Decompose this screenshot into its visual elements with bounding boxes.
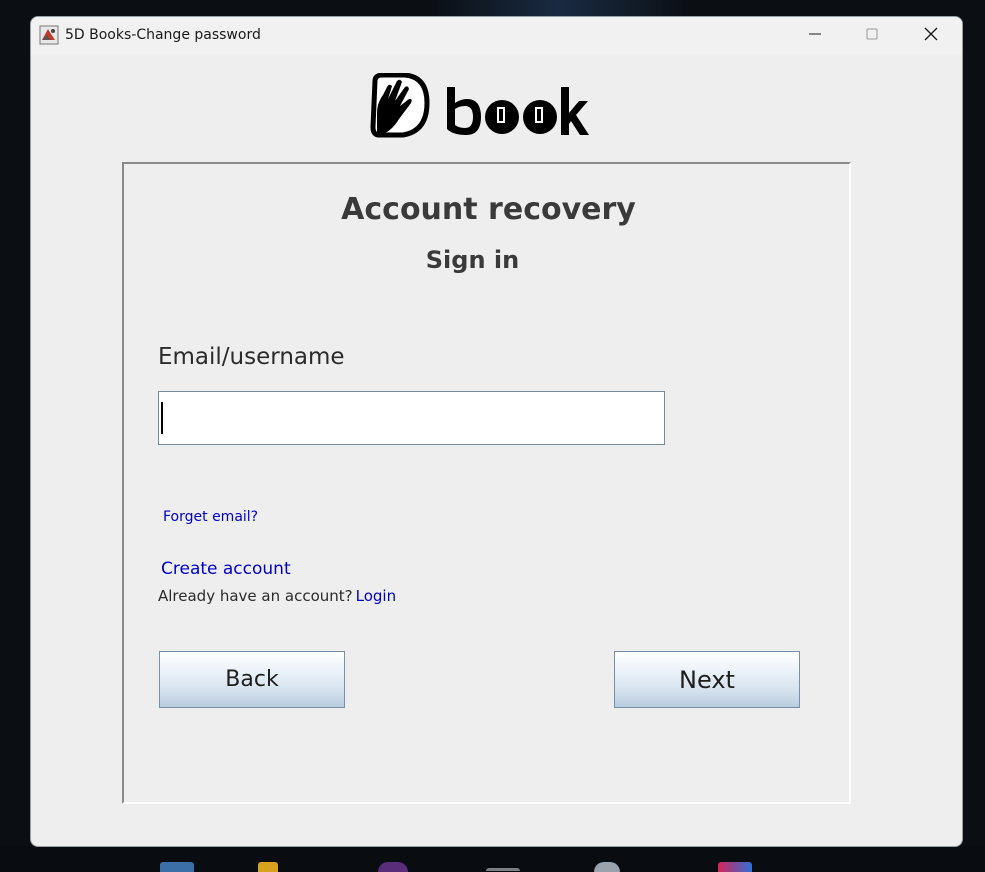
recovery-panel: Account recovery Sign in Email/username … bbox=[122, 162, 851, 804]
app-window: 5D Books-Change password Account recover… bbox=[30, 16, 963, 847]
page-title: Account recovery bbox=[341, 192, 636, 227]
minimize-icon bbox=[808, 27, 822, 41]
have-account-text: Already have an account? bbox=[158, 587, 353, 605]
taskbar-app-icon[interactable] bbox=[594, 862, 620, 872]
close-button[interactable] bbox=[908, 17, 954, 51]
create-account-link[interactable]: Create account bbox=[161, 559, 291, 579]
taskbar-app-icon[interactable] bbox=[258, 862, 278, 872]
taskbar-app-icon[interactable] bbox=[718, 862, 752, 872]
close-icon bbox=[924, 27, 938, 41]
taskbar-app-icon[interactable] bbox=[486, 868, 520, 871]
java-app-icon bbox=[39, 25, 59, 45]
text-caret bbox=[161, 402, 163, 434]
hand-icon bbox=[370, 72, 430, 138]
window-title: 5D Books-Change password bbox=[65, 27, 261, 43]
login-prompt: Already have an account? Login bbox=[158, 587, 396, 605]
taskbar-app-icon[interactable] bbox=[160, 862, 194, 872]
taskbar-app-icon[interactable] bbox=[378, 862, 408, 872]
taskbar-partial bbox=[0, 846, 985, 872]
minimize-button[interactable] bbox=[792, 17, 838, 51]
email-label: Email/username bbox=[158, 344, 345, 370]
maximize-icon bbox=[865, 27, 879, 41]
title-bar[interactable]: 5D Books-Change password bbox=[31, 17, 962, 54]
page-subtitle: Sign in bbox=[425, 246, 520, 274]
back-button[interactable]: Back bbox=[159, 651, 345, 708]
maximize-button[interactable] bbox=[849, 17, 895, 51]
logo-wordmark bbox=[447, 87, 589, 135]
next-button[interactable]: Next bbox=[614, 651, 800, 708]
email-input[interactable] bbox=[158, 391, 665, 445]
login-link[interactable]: Login bbox=[356, 587, 396, 605]
brand-logo bbox=[369, 72, 591, 139]
forget-email-link[interactable]: Forget email? bbox=[163, 509, 258, 525]
